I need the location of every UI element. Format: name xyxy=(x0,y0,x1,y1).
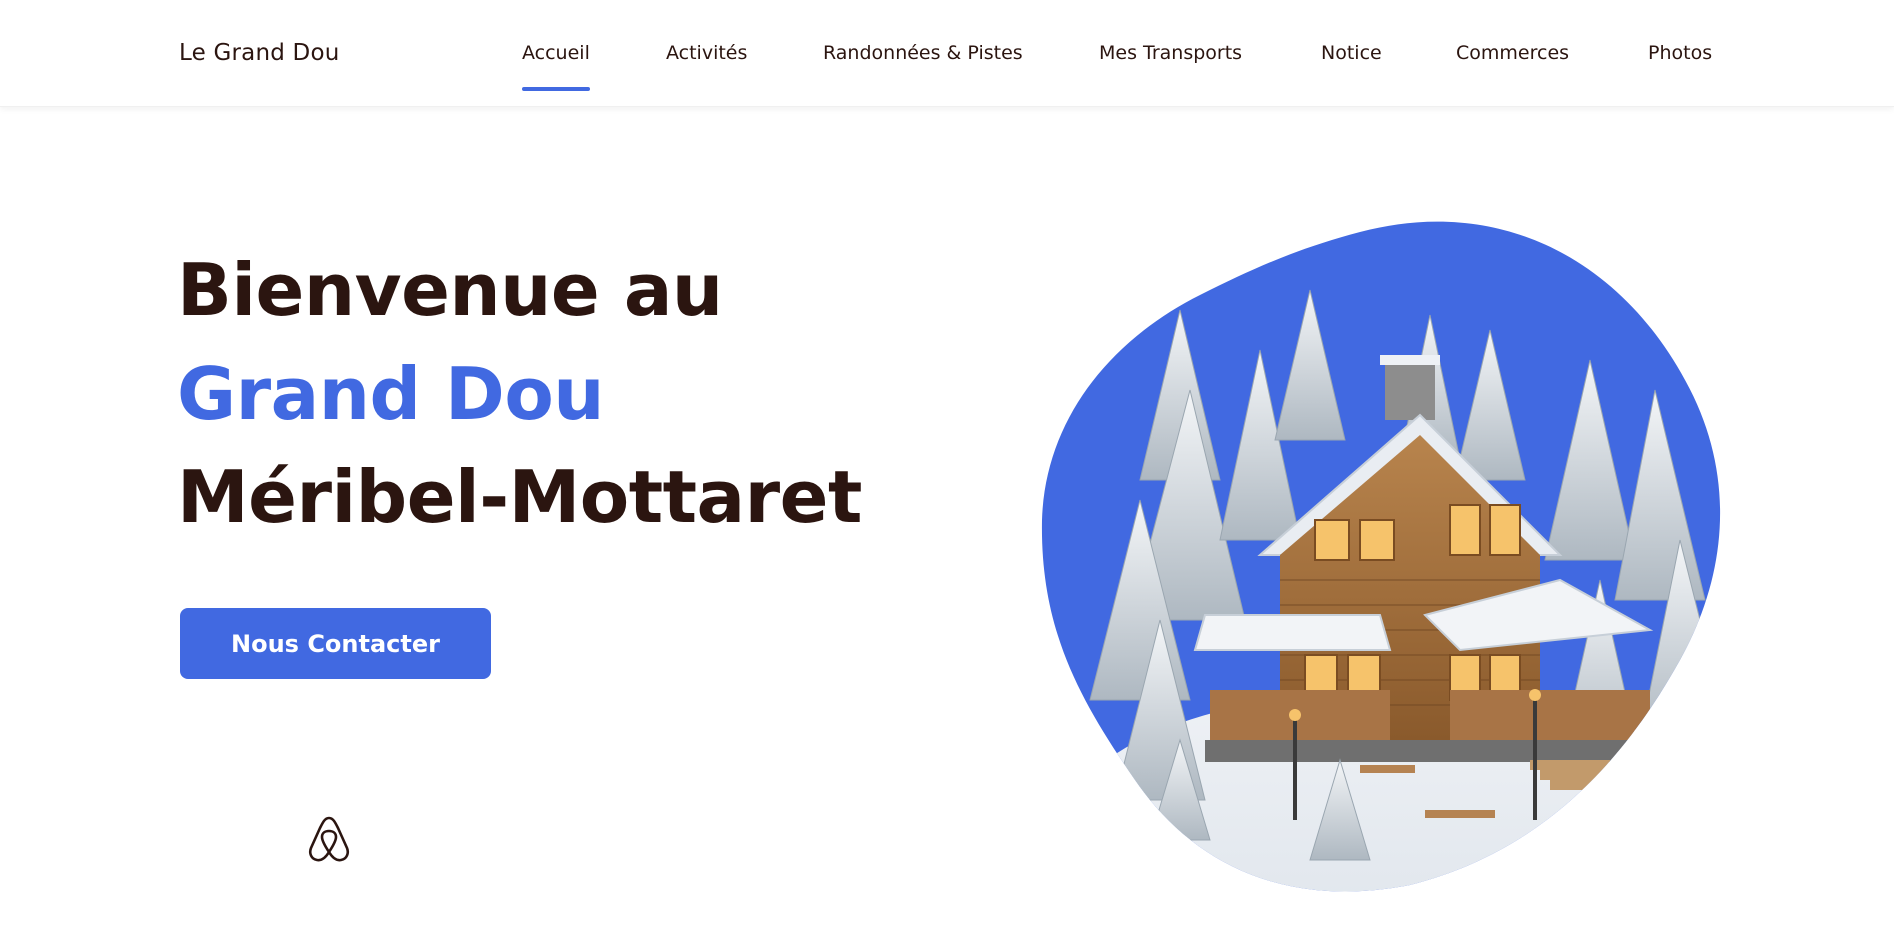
site-header: Le Grand Dou Accueil Activités Randonnée… xyxy=(0,0,1894,107)
nav-item-commerces[interactable]: Commerces xyxy=(1456,42,1569,64)
hero-title-location: Méribel-Mottaret xyxy=(177,455,862,539)
nav-item-photos[interactable]: Photos xyxy=(1648,42,1712,64)
nav-item-accueil[interactable]: Accueil xyxy=(522,42,590,91)
airbnb-icon[interactable] xyxy=(306,814,352,864)
hero-title-highlight: Grand Dou xyxy=(177,352,605,436)
nav-item-activites[interactable]: Activités xyxy=(666,42,747,64)
chalet-illustration xyxy=(1041,221,1721,892)
nav-item-notice[interactable]: Notice xyxy=(1321,42,1382,64)
nav-item-mes-transports[interactable]: Mes Transports xyxy=(1099,42,1242,64)
main-nav: Accueil Activités Randonnées & Pistes Me… xyxy=(0,0,1894,107)
hero-title-line-1: Bienvenue au xyxy=(177,248,723,332)
nav-item-randonnees-pistes[interactable]: Randonnées & Pistes xyxy=(823,42,1023,64)
contact-button[interactable]: Nous Contacter xyxy=(180,608,491,679)
